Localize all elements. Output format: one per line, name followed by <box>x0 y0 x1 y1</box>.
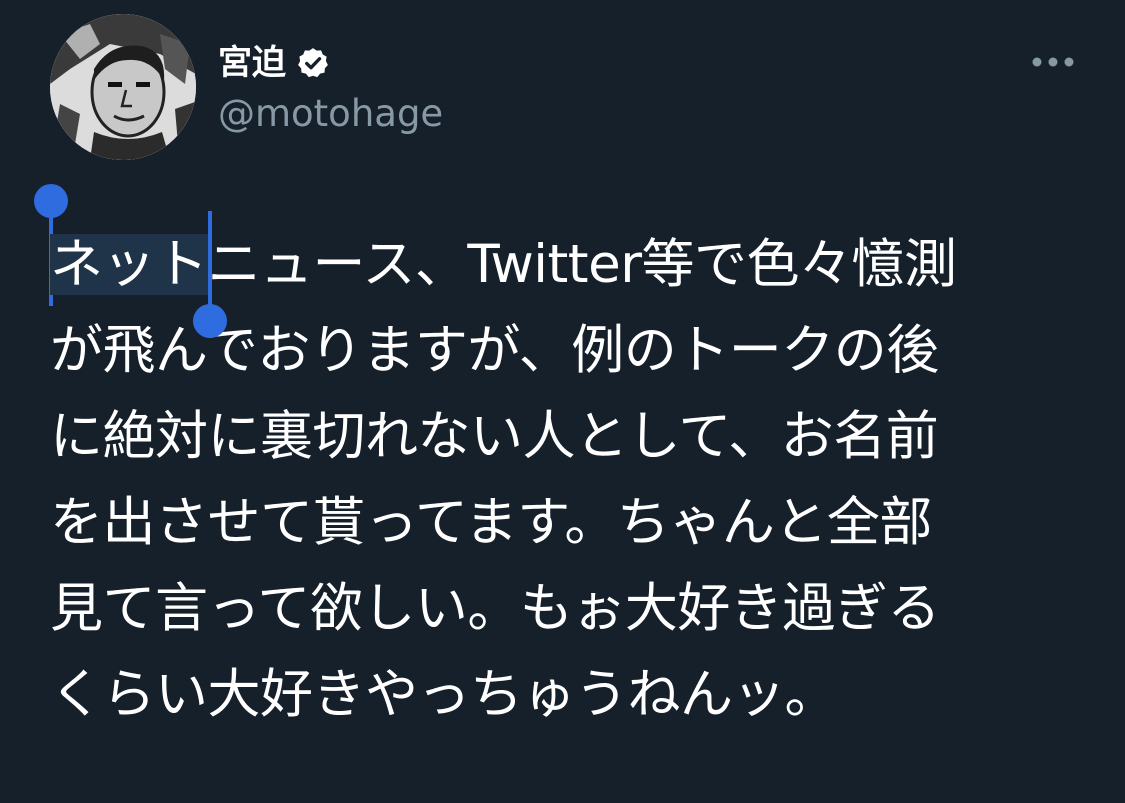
selected-text[interactable]: ネット <box>50 234 208 295</box>
more-dots-icon[interactable] <box>1031 50 1075 74</box>
tweet-header: 宮迫 @motohage <box>50 14 1075 164</box>
tweet-line-1-rest: ニュース、Twitter等で色々憶測 <box>207 234 957 295</box>
author-name-row[interactable]: 宮迫 <box>218 40 330 86</box>
display-name[interactable]: 宮迫 <box>218 40 286 86</box>
tweet-line-6: くらい大好きやっちゅうねんッ。 <box>50 664 837 725</box>
verified-badge-icon <box>296 46 330 80</box>
tweet-line-5: 見て言って欲しい。もぉ大好き過ぎる <box>50 578 940 639</box>
selection-start-knob[interactable] <box>34 184 68 218</box>
tweet-line-4: を出させて貰ってます。ちゃんと全部 <box>50 492 932 553</box>
selection-end-handle[interactable] <box>193 211 227 338</box>
tweet-line-3: に絶対に裏切れない人として、お名前 <box>50 406 939 467</box>
profile-avatar-image <box>50 14 196 160</box>
author-handle[interactable]: @motohage <box>218 91 443 137</box>
selection-end-knob[interactable] <box>193 304 227 338</box>
tweet-text: ネットニュース、Twitter等で色々憶測 が飛んでおりますが、例のトークの後 … <box>50 222 1090 738</box>
avatar[interactable] <box>50 14 196 160</box>
tweet-line-1: ネットニュース、Twitter等で色々憶測 <box>50 222 1090 308</box>
